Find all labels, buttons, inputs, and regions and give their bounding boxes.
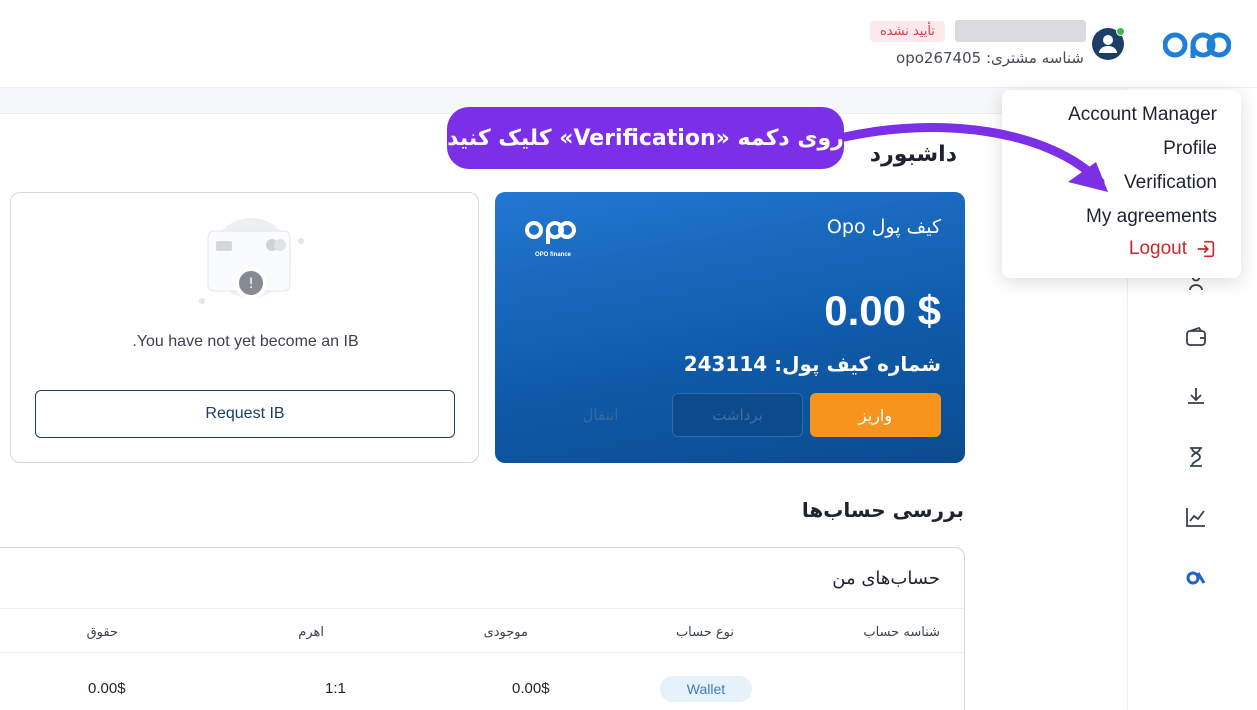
online-status-icon bbox=[1116, 27, 1125, 36]
svg-text:!: ! bbox=[248, 276, 254, 292]
deposit-button[interactable]: واریز bbox=[810, 393, 941, 437]
menu-item-verification[interactable]: Verification bbox=[1124, 172, 1217, 194]
wallet-title: کیف پول Opo bbox=[826, 216, 941, 238]
menu-item-logout[interactable]: Logout bbox=[1129, 238, 1217, 260]
table-header: حقوق bbox=[86, 625, 118, 640]
chart-icon[interactable] bbox=[1181, 502, 1211, 532]
table-header: موجودی bbox=[483, 625, 528, 640]
withdraw-button[interactable]: برداشت bbox=[672, 393, 803, 437]
opo-icon[interactable] bbox=[1181, 562, 1211, 592]
card-warning-illustration: ! bbox=[199, 218, 304, 304]
ib-card: ! .You have not yet become an IB Request… bbox=[10, 192, 479, 463]
annotation-callout: روی دکمه «Verification» کلیک کنید bbox=[447, 107, 844, 169]
top-bar bbox=[0, 0, 1257, 88]
status-badge: تأیید نشده bbox=[870, 21, 945, 42]
opo-logo[interactable] bbox=[1163, 30, 1231, 60]
ib-message: .You have not yet become an IB bbox=[132, 333, 359, 350]
table-header: نوع حساب bbox=[675, 625, 734, 640]
wallet-card: کیف پول Opo OPO finance 0.00 $ شماره کیف… bbox=[495, 192, 965, 463]
download-icon[interactable] bbox=[1181, 381, 1211, 411]
account-type-badge: Wallet bbox=[660, 676, 752, 702]
accounts-table: حساب‌های من شناسه حساب نوع حساب موجودی ا… bbox=[0, 547, 965, 710]
transfer-button[interactable]: انتقال bbox=[535, 393, 666, 437]
accounts-section-title: بررسی حساب‌ها bbox=[801, 498, 964, 522]
menu-item-profile[interactable]: Profile bbox=[1163, 138, 1217, 160]
table-header: شناسه حساب bbox=[863, 625, 940, 640]
request-ib-button[interactable]: Request IB bbox=[35, 390, 455, 438]
wallet-icon[interactable] bbox=[1181, 322, 1211, 352]
table-cell-leverage: 1:1 bbox=[325, 680, 346, 697]
logout-label: Logout bbox=[1128, 238, 1187, 259]
table-cell-balance: 0.00$ bbox=[512, 680, 550, 697]
hourglass-icon[interactable] bbox=[1181, 442, 1211, 472]
table-cell-equity: 0.00$ bbox=[88, 680, 126, 697]
user-name-redacted bbox=[955, 20, 1086, 42]
wallet-logo-text: OPO finance bbox=[535, 252, 572, 258]
table-header: اهرم bbox=[298, 625, 324, 640]
table-header-row: شناسه حساب نوع حساب موجودی اهرم حقوق bbox=[0, 608, 964, 653]
accounts-table-title: حساب‌های من bbox=[832, 568, 940, 589]
wallet-number: شماره کیف پول: 243114 bbox=[683, 352, 941, 376]
annotation-arrow-icon bbox=[835, 123, 1108, 192]
customer-id: شناسه مشتری: opo267405 bbox=[896, 49, 1084, 67]
logout-icon bbox=[1197, 240, 1215, 258]
wallet-balance: 0.00 $ bbox=[824, 287, 941, 334]
opo-finance-logo bbox=[525, 221, 576, 244]
